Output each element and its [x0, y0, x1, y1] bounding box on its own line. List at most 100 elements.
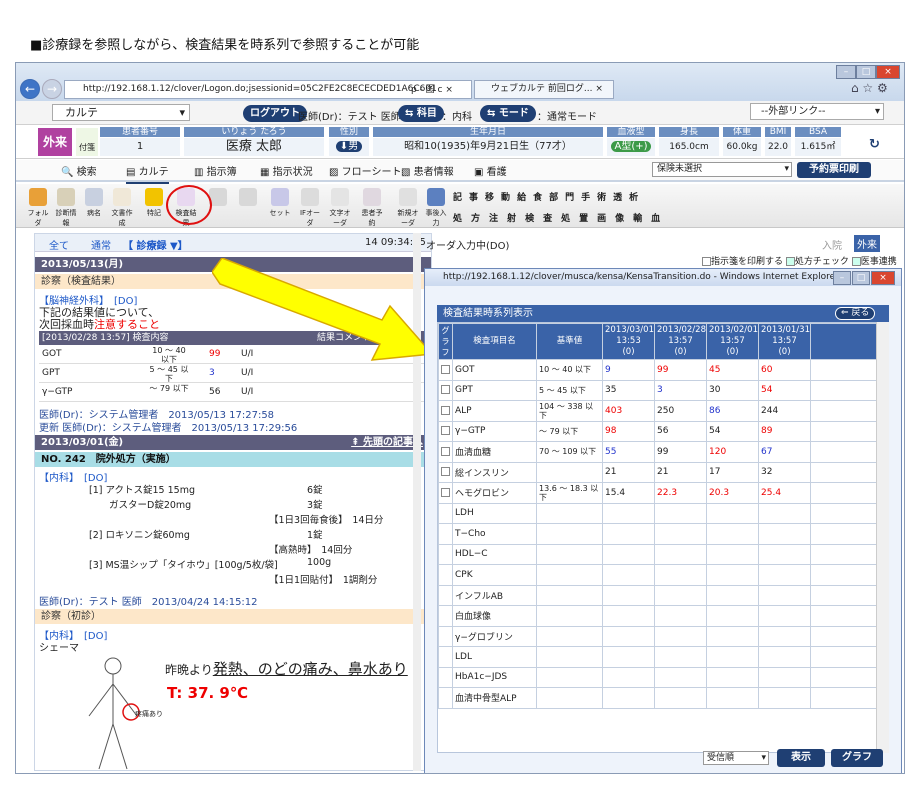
popup-close-icon[interactable]: ×	[871, 271, 895, 285]
toolbar-btn-2[interactable]: 病名	[82, 188, 106, 224]
toolbar-btn-7[interactable]	[236, 188, 260, 224]
toolbar-btn-11[interactable]: 患者予約	[360, 188, 384, 227]
graph-checkbox-cell[interactable]	[438, 543, 453, 565]
toolbar-btn-10[interactable]: 文字オーダ	[328, 188, 352, 227]
graph-checkbox-cell[interactable]	[438, 625, 453, 647]
toolbar-btn-8[interactable]: セット	[268, 188, 292, 224]
table-row[interactable]: CPK	[438, 564, 878, 586]
forward-icon[interactable]: →	[42, 79, 62, 99]
print-checkbox[interactable]	[702, 257, 711, 266]
filter-record-select[interactable]: 【 診療録 ▼】	[123, 237, 188, 252]
order-group-r1-2[interactable]: 移	[485, 193, 495, 203]
order-group-r1-7[interactable]: 門	[565, 193, 575, 203]
order-group-r1-0[interactable]: 記	[453, 193, 463, 203]
browser-tab[interactable]: ウェブカルテ 前回ログ... ×	[474, 80, 614, 99]
popup-minimize-icon[interactable]: –	[833, 271, 851, 285]
toolbar-btn-9[interactable]: IFオーダ	[298, 188, 322, 227]
graph-checkbox[interactable]	[441, 446, 450, 456]
external-link-select[interactable]: --外部リンク-- ▾	[750, 103, 884, 120]
table-row[interactable]: LDH	[438, 502, 878, 524]
menu-flowsheet[interactable]: ▨ フローシート	[329, 163, 401, 178]
sticky-note-button[interactable]: 付箋	[76, 128, 98, 156]
table-row[interactable]: 血清血糖 70 ～ 109 以下 55 99 120 67	[438, 441, 878, 463]
order-group-r1-11[interactable]: 析	[629, 193, 639, 203]
print-reservation-button[interactable]: 予約票印刷	[797, 162, 871, 178]
sort-select[interactable]: 受信順 ▾	[703, 751, 769, 765]
table-row[interactable]: HDL−C	[438, 543, 878, 565]
graph-checkbox[interactable]	[441, 426, 450, 436]
order-group-r2-11[interactable]: 血	[651, 214, 661, 224]
filter-all[interactable]: 全て	[49, 237, 69, 252]
graph-button[interactable]: グラフ	[831, 749, 883, 767]
graph-checkbox-cell[interactable]	[438, 646, 453, 668]
graph-checkbox-cell[interactable]	[438, 400, 453, 422]
toolbar-btn-0[interactable]: フォルダ	[26, 188, 50, 227]
graph-checkbox-cell[interactable]	[438, 666, 453, 688]
billing-checkbox[interactable]	[851, 257, 861, 266]
graph-checkbox-cell[interactable]	[438, 584, 453, 606]
graph-checkbox-cell[interactable]	[438, 523, 453, 545]
menu-orders[interactable]: ▥ 指示簿	[194, 163, 237, 178]
graph-checkbox-cell[interactable]	[438, 482, 453, 504]
table-row[interactable]: ALP 104 ～ 338 以下 403 250 86 244	[438, 400, 878, 422]
minimize-icon[interactable]: –	[836, 65, 856, 79]
graph-checkbox-cell[interactable]	[438, 605, 453, 627]
toolbar-btn-1[interactable]: 診断情報	[54, 188, 78, 227]
menu-karte[interactable]: ▤ カルテ	[126, 163, 169, 184]
table-row[interactable]: γ−GTP ～ 79 以下 98 56 54 89	[438, 420, 878, 442]
graph-checkbox-cell[interactable]	[438, 461, 453, 483]
mode-button[interactable]: ⇆ モード	[480, 105, 536, 122]
graph-checkbox-cell[interactable]	[438, 441, 453, 463]
menu-patient-info[interactable]: ▧ 患者情報	[401, 163, 454, 178]
order-group-r1-9[interactable]: 術	[597, 193, 607, 203]
inpatient-toggle[interactable]: 入院	[822, 237, 842, 252]
order-group-r2-3[interactable]: 射	[507, 214, 517, 224]
order-group-r2-5[interactable]: 査	[543, 214, 553, 224]
table-row[interactable]: インフルAB	[438, 584, 878, 606]
table-row[interactable]: GPT 5 ～ 45 以下 35 3 30 54	[438, 379, 878, 401]
rx-check-checkbox[interactable]	[785, 257, 795, 266]
graph-checkbox-cell[interactable]	[438, 502, 453, 524]
order-group-r2-9[interactable]: 像	[615, 214, 625, 224]
menu-nursing[interactable]: ▣ 看護	[474, 163, 507, 178]
order-group-r2-7[interactable]: 置	[579, 214, 589, 224]
graph-checkbox[interactable]	[441, 364, 450, 374]
order-group-r1-4[interactable]: 給	[517, 193, 527, 203]
table-row[interactable]: ヘモグロビン 13.6 ～ 18.3 以下 15.4 22.3 20.3 25.4	[438, 482, 878, 504]
graph-checkbox-cell[interactable]	[438, 564, 453, 586]
address-tools[interactable]: ρ - 图 c ×	[411, 82, 453, 95]
graph-checkbox[interactable]	[441, 467, 450, 477]
table-row[interactable]: 白血球像	[438, 605, 878, 627]
order-group-r2-1[interactable]: 方	[471, 214, 481, 224]
menu-search[interactable]: 🔍 検索	[61, 163, 97, 178]
grid-scrollbar[interactable]	[876, 322, 889, 753]
table-row[interactable]: 血清中骨型ALP	[438, 687, 878, 709]
order-group-r1-5[interactable]: 食	[533, 193, 543, 203]
home-star-gear-icon[interactable]: ⌂ ☆ ⚙	[851, 81, 888, 95]
show-button[interactable]: 表示	[777, 749, 825, 767]
back-icon[interactable]: ←	[20, 79, 40, 99]
table-row[interactable]: 総インスリン 21 21 17 32	[438, 461, 878, 483]
table-row[interactable]: T−Cho	[438, 523, 878, 545]
graph-checkbox-cell[interactable]	[438, 420, 453, 442]
order-group-r2-0[interactable]: 処	[453, 214, 463, 224]
graph-checkbox-cell[interactable]	[438, 359, 453, 381]
order-group-r2-8[interactable]: 画	[597, 214, 607, 224]
toolbar-btn-4[interactable]: 特記	[142, 188, 166, 224]
module-select[interactable]: カルテ ▾	[52, 104, 190, 121]
table-row[interactable]: HbA1c−JDS	[438, 666, 878, 688]
toolbar-btn-13[interactable]: 事後入力	[424, 188, 448, 227]
filter-normal[interactable]: 通常	[91, 237, 111, 252]
close-icon[interactable]: ×	[876, 65, 900, 79]
order-group-r1-3[interactable]: 動	[501, 193, 511, 203]
outpatient-toggle[interactable]: 外来	[854, 235, 880, 252]
toolbar-btn-3[interactable]: 文書作成	[110, 188, 134, 227]
order-group-r2-6[interactable]: 処	[561, 214, 571, 224]
order-group-r1-10[interactable]: 透	[613, 193, 623, 203]
order-group-r1-8[interactable]: 手	[581, 193, 591, 203]
toolbar-btn-12[interactable]: 新規オーダ	[396, 188, 420, 227]
order-group-r2-4[interactable]: 検	[525, 214, 535, 224]
menu-order-status[interactable]: ▦ 指示状況	[260, 163, 313, 178]
maximize-icon[interactable]: □	[856, 65, 876, 79]
order-group-r1-1[interactable]: 事	[469, 193, 479, 203]
